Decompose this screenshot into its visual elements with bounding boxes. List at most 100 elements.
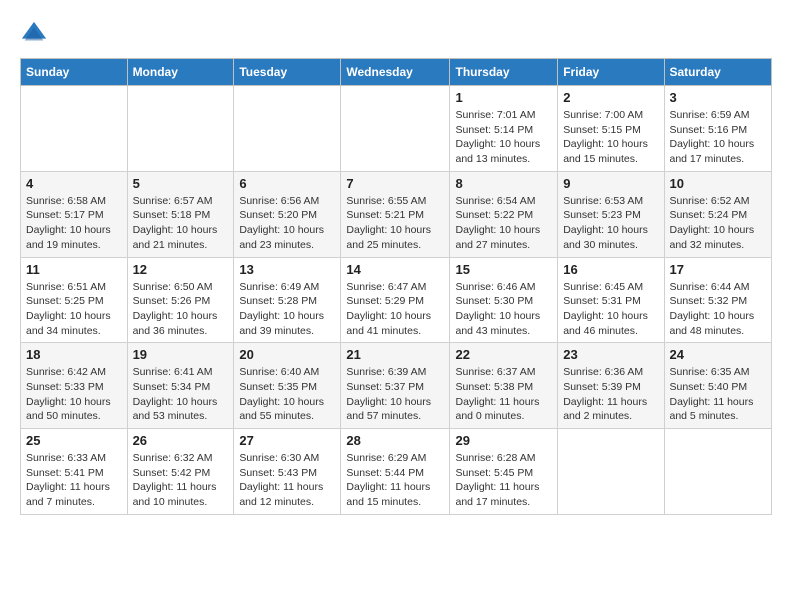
day-info: Sunrise: 6:35 AMSunset: 5:40 PMDaylight:… bbox=[670, 365, 767, 424]
day-number: 18 bbox=[26, 347, 122, 362]
calendar-cell bbox=[664, 429, 772, 515]
day-number: 10 bbox=[670, 176, 767, 191]
day-number: 12 bbox=[133, 262, 229, 277]
day-info: Sunrise: 6:58 AMSunset: 5:17 PMDaylight:… bbox=[26, 194, 122, 253]
logo-icon bbox=[20, 20, 48, 48]
day-info: Sunrise: 6:59 AMSunset: 5:16 PMDaylight:… bbox=[670, 108, 767, 167]
calendar-week-row: 25 Sunrise: 6:33 AMSunset: 5:41 PMDayligh… bbox=[21, 429, 772, 515]
day-info: Sunrise: 6:54 AMSunset: 5:22 PMDaylight:… bbox=[455, 194, 552, 253]
calendar-cell: 21 Sunrise: 6:39 AMSunset: 5:37 PMDayligh… bbox=[341, 343, 450, 429]
calendar-cell bbox=[234, 86, 341, 172]
calendar-header-row: SundayMondayTuesdayWednesdayThursdayFrid… bbox=[21, 59, 772, 86]
day-info: Sunrise: 6:30 AMSunset: 5:43 PMDaylight:… bbox=[239, 451, 335, 510]
calendar-cell: 26 Sunrise: 6:32 AMSunset: 5:42 PMDayligh… bbox=[127, 429, 234, 515]
calendar-cell: 25 Sunrise: 6:33 AMSunset: 5:41 PMDayligh… bbox=[21, 429, 128, 515]
calendar-cell: 3 Sunrise: 6:59 AMSunset: 5:16 PMDaylight… bbox=[664, 86, 772, 172]
day-info: Sunrise: 6:49 AMSunset: 5:28 PMDaylight:… bbox=[239, 280, 335, 339]
day-info: Sunrise: 6:39 AMSunset: 5:37 PMDaylight:… bbox=[346, 365, 444, 424]
calendar-cell bbox=[558, 429, 664, 515]
day-number: 17 bbox=[670, 262, 767, 277]
day-number: 21 bbox=[346, 347, 444, 362]
day-info: Sunrise: 6:56 AMSunset: 5:20 PMDaylight:… bbox=[239, 194, 335, 253]
calendar-cell: 20 Sunrise: 6:40 AMSunset: 5:35 PMDayligh… bbox=[234, 343, 341, 429]
day-info: Sunrise: 6:40 AMSunset: 5:35 PMDaylight:… bbox=[239, 365, 335, 424]
calendar-cell: 29 Sunrise: 6:28 AMSunset: 5:45 PMDayligh… bbox=[450, 429, 558, 515]
calendar-cell: 15 Sunrise: 6:46 AMSunset: 5:30 PMDayligh… bbox=[450, 257, 558, 343]
calendar-cell: 1 Sunrise: 7:01 AMSunset: 5:14 PMDaylight… bbox=[450, 86, 558, 172]
day-info: Sunrise: 6:45 AMSunset: 5:31 PMDaylight:… bbox=[563, 280, 658, 339]
calendar-cell: 24 Sunrise: 6:35 AMSunset: 5:40 PMDayligh… bbox=[664, 343, 772, 429]
day-info: Sunrise: 6:36 AMSunset: 5:39 PMDaylight:… bbox=[563, 365, 658, 424]
day-info: Sunrise: 7:01 AMSunset: 5:14 PMDaylight:… bbox=[455, 108, 552, 167]
day-number: 11 bbox=[26, 262, 122, 277]
day-number: 2 bbox=[563, 90, 658, 105]
calendar-cell: 12Sunrise: 6:50 AMSunset: 5:26 PMDayligh… bbox=[127, 257, 234, 343]
day-number: 1 bbox=[455, 90, 552, 105]
col-header-monday: Monday bbox=[127, 59, 234, 86]
calendar-cell: 28 Sunrise: 6:29 AMSunset: 5:44 PMDayligh… bbox=[341, 429, 450, 515]
calendar-cell: 18 Sunrise: 6:42 AMSunset: 5:33 PMDayligh… bbox=[21, 343, 128, 429]
calendar-table: SundayMondayTuesdayWednesdayThursdayFrid… bbox=[20, 58, 772, 515]
calendar-cell: 8 Sunrise: 6:54 AMSunset: 5:22 PMDaylight… bbox=[450, 171, 558, 257]
day-number: 4 bbox=[26, 176, 122, 191]
day-number: 23 bbox=[563, 347, 658, 362]
day-number: 26 bbox=[133, 433, 229, 448]
calendar-cell: 4 Sunrise: 6:58 AMSunset: 5:17 PMDaylight… bbox=[21, 171, 128, 257]
calendar-cell: 2 Sunrise: 7:00 AMSunset: 5:15 PMDaylight… bbox=[558, 86, 664, 172]
day-info: Sunrise: 7:00 AMSunset: 5:15 PMDaylight:… bbox=[563, 108, 658, 167]
calendar-cell: 23 Sunrise: 6:36 AMSunset: 5:39 PMDayligh… bbox=[558, 343, 664, 429]
col-header-thursday: Thursday bbox=[450, 59, 558, 86]
calendar-cell: 11Sunrise: 6:51 AMSunset: 5:25 PMDayligh… bbox=[21, 257, 128, 343]
calendar-cell: 14 Sunrise: 6:47 AMSunset: 5:29 PMDayligh… bbox=[341, 257, 450, 343]
day-number: 7 bbox=[346, 176, 444, 191]
calendar-cell bbox=[341, 86, 450, 172]
day-number: 9 bbox=[563, 176, 658, 191]
calendar-cell bbox=[21, 86, 128, 172]
col-header-saturday: Saturday bbox=[664, 59, 772, 86]
day-info: Sunrise: 6:55 AMSunset: 5:21 PMDaylight:… bbox=[346, 194, 444, 253]
day-number: 24 bbox=[670, 347, 767, 362]
calendar-cell: 22Sunrise: 6:37 AMSunset: 5:38 PMDayligh… bbox=[450, 343, 558, 429]
day-info: Sunrise: 6:37 AMSunset: 5:38 PMDaylight:… bbox=[455, 365, 552, 424]
day-number: 29 bbox=[455, 433, 552, 448]
day-number: 16 bbox=[563, 262, 658, 277]
day-info: Sunrise: 6:41 AMSunset: 5:34 PMDaylight:… bbox=[133, 365, 229, 424]
col-header-friday: Friday bbox=[558, 59, 664, 86]
calendar-week-row: 1 Sunrise: 7:01 AMSunset: 5:14 PMDaylight… bbox=[21, 86, 772, 172]
day-number: 28 bbox=[346, 433, 444, 448]
calendar-week-row: 18 Sunrise: 6:42 AMSunset: 5:33 PMDayligh… bbox=[21, 343, 772, 429]
calendar-cell: 13 Sunrise: 6:49 AMSunset: 5:28 PMDayligh… bbox=[234, 257, 341, 343]
day-info: Sunrise: 6:29 AMSunset: 5:44 PMDaylight:… bbox=[346, 451, 444, 510]
calendar-cell: 9 Sunrise: 6:53 AMSunset: 5:23 PMDaylight… bbox=[558, 171, 664, 257]
calendar-cell: 6 Sunrise: 6:56 AMSunset: 5:20 PMDaylight… bbox=[234, 171, 341, 257]
day-number: 5 bbox=[133, 176, 229, 191]
day-number: 25 bbox=[26, 433, 122, 448]
day-info: Sunrise: 6:28 AMSunset: 5:45 PMDaylight:… bbox=[455, 451, 552, 510]
day-number: 27 bbox=[239, 433, 335, 448]
day-info: Sunrise: 6:53 AMSunset: 5:23 PMDaylight:… bbox=[563, 194, 658, 253]
calendar-cell: 10 Sunrise: 6:52 AMSunset: 5:24 PMDayligh… bbox=[664, 171, 772, 257]
day-number: 15 bbox=[455, 262, 552, 277]
day-number: 20 bbox=[239, 347, 335, 362]
day-number: 6 bbox=[239, 176, 335, 191]
day-number: 19 bbox=[133, 347, 229, 362]
day-info: Sunrise: 6:47 AMSunset: 5:29 PMDaylight:… bbox=[346, 280, 444, 339]
calendar-cell: 27 Sunrise: 6:30 AMSunset: 5:43 PMDayligh… bbox=[234, 429, 341, 515]
day-info: Sunrise: 6:46 AMSunset: 5:30 PMDaylight:… bbox=[455, 280, 552, 339]
day-info: Sunrise: 6:33 AMSunset: 5:41 PMDaylight:… bbox=[26, 451, 122, 510]
day-number: 8 bbox=[455, 176, 552, 191]
day-info: Sunrise: 6:52 AMSunset: 5:24 PMDaylight:… bbox=[670, 194, 767, 253]
day-info: Sunrise: 6:42 AMSunset: 5:33 PMDaylight:… bbox=[26, 365, 122, 424]
day-info: Sunrise: 6:32 AMSunset: 5:42 PMDaylight:… bbox=[133, 451, 229, 510]
calendar-cell: 19 Sunrise: 6:41 AMSunset: 5:34 PMDayligh… bbox=[127, 343, 234, 429]
calendar-week-row: 11Sunrise: 6:51 AMSunset: 5:25 PMDayligh… bbox=[21, 257, 772, 343]
logo bbox=[20, 20, 52, 48]
day-number: 13 bbox=[239, 262, 335, 277]
calendar-cell bbox=[127, 86, 234, 172]
day-info: Sunrise: 6:57 AMSunset: 5:18 PMDaylight:… bbox=[133, 194, 229, 253]
calendar-cell: 16 Sunrise: 6:45 AMSunset: 5:31 PMDayligh… bbox=[558, 257, 664, 343]
col-header-tuesday: Tuesday bbox=[234, 59, 341, 86]
day-number: 3 bbox=[670, 90, 767, 105]
calendar-week-row: 4 Sunrise: 6:58 AMSunset: 5:17 PMDaylight… bbox=[21, 171, 772, 257]
day-number: 14 bbox=[346, 262, 444, 277]
